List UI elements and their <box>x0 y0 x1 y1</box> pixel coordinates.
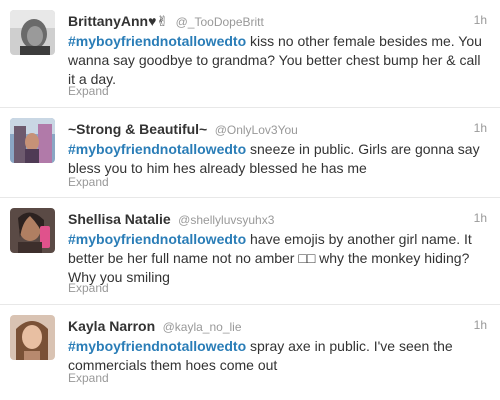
hashtag-link[interactable]: #myboyfriendnotallowedto <box>68 338 246 354</box>
tweet-fullname[interactable]: BrittanyAnn♥✌ <box>68 13 168 29</box>
tweet-timestamp[interactable]: 1h <box>474 13 487 27</box>
avatar[interactable] <box>10 208 55 253</box>
avatar[interactable] <box>10 118 55 163</box>
tweet-fullname[interactable]: Shellisa Natalie <box>68 211 171 227</box>
tweet-text: #myboyfriendnotallowedto spray axe in pu… <box>68 337 486 375</box>
tweet-username[interactable]: @_TooDopeBritt <box>176 15 264 29</box>
tweet-username[interactable]: @kayla_no_lie <box>163 320 242 334</box>
hashtag-link[interactable]: #myboyfriendnotallowedto <box>68 231 246 247</box>
tweet-header: Kayla Narron @kayla_no_lie <box>68 318 500 336</box>
expand-link[interactable]: Expand <box>68 175 109 189</box>
tweet-username[interactable]: @OnlyLov3You <box>215 123 298 137</box>
hashtag-link[interactable]: #myboyfriendnotallowedto <box>68 33 246 49</box>
tweet-header: Shellisa Natalie @shellyluvsyuhx3 <box>68 211 500 229</box>
tweet-text: #myboyfriendnotallowedto sneeze in publi… <box>68 140 486 178</box>
tweet-item[interactable]: BrittanyAnn♥✌ @_TooDopeBritt 1h #myboyfr… <box>0 0 500 108</box>
tweet-header: ~Strong & Beautiful~ @OnlyLov3You <box>68 121 500 139</box>
tweet-timestamp[interactable]: 1h <box>474 211 487 225</box>
expand-link[interactable]: Expand <box>68 84 109 98</box>
tweet-timestamp[interactable]: 1h <box>474 318 487 332</box>
tweet-text: #myboyfriendnotallowedto kiss no other f… <box>68 32 486 89</box>
expand-link[interactable]: Expand <box>68 371 109 385</box>
expand-link[interactable]: Expand <box>68 281 109 295</box>
tweet-header: BrittanyAnn♥✌ @_TooDopeBritt <box>68 13 500 31</box>
tweet-fullname[interactable]: Kayla Narron <box>68 318 155 334</box>
tweet-fullname[interactable]: ~Strong & Beautiful~ <box>68 121 207 137</box>
tweet-item[interactable]: Shellisa Natalie @shellyluvsyuhx3 1h #my… <box>0 198 500 305</box>
tweet-item[interactable]: ~Strong & Beautiful~ @OnlyLov3You 1h #my… <box>0 108 500 198</box>
tweet-item[interactable]: Kayla Narron @kayla_no_lie 1h #myboyfrie… <box>0 305 500 400</box>
hashtag-link[interactable]: #myboyfriendnotallowedto <box>68 141 246 157</box>
avatar[interactable] <box>10 315 55 360</box>
tweet-text: #myboyfriendnotallowedto have emojis by … <box>68 230 486 287</box>
tweet-timestamp[interactable]: 1h <box>474 121 487 135</box>
tweet-username[interactable]: @shellyluvsyuhx3 <box>178 213 274 227</box>
tweet-timeline: BrittanyAnn♥✌ @_TooDopeBritt 1h #myboyfr… <box>0 0 500 400</box>
avatar[interactable] <box>10 10 55 55</box>
